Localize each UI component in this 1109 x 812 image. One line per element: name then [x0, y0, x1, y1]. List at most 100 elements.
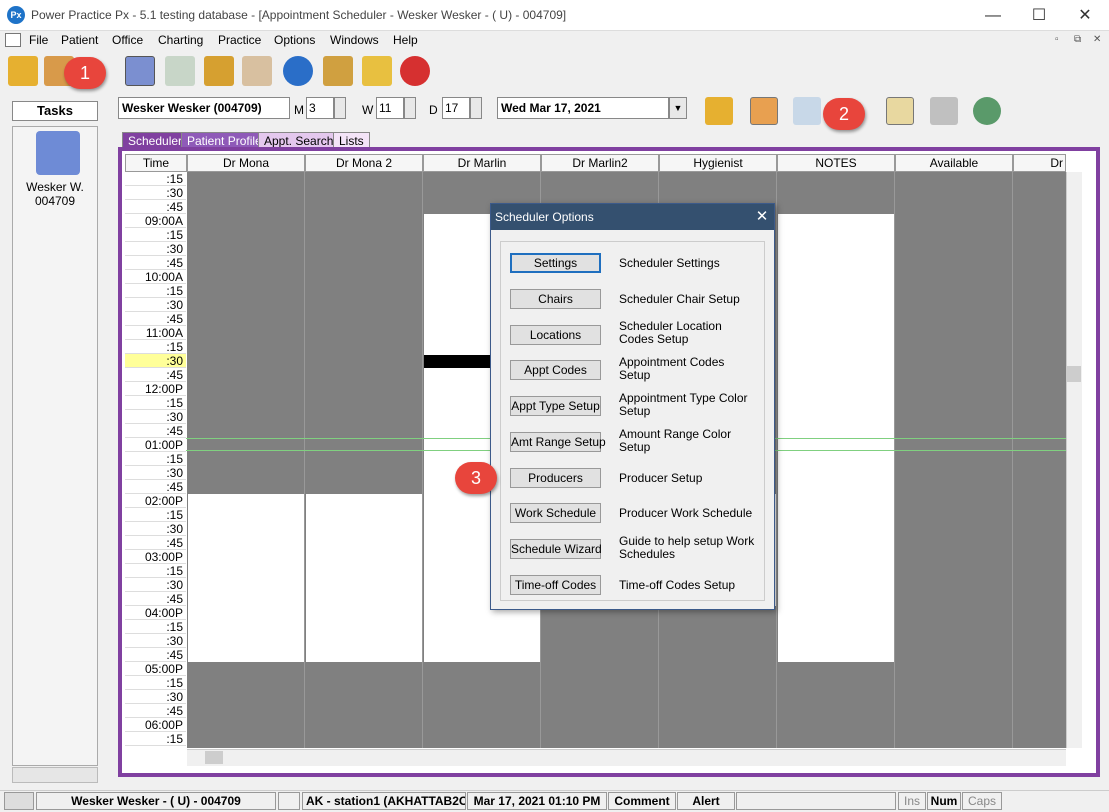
time-slot[interactable]: 04:00P: [125, 606, 186, 620]
vertical-scroll-thumb[interactable]: [1067, 366, 1081, 382]
menu-office[interactable]: Office: [112, 33, 143, 47]
time-slot[interactable]: :15: [125, 452, 186, 466]
time-slot[interactable]: :15: [125, 396, 186, 410]
time-slot[interactable]: 10:00A: [125, 270, 186, 284]
time-slot[interactable]: 11:00A: [125, 326, 186, 340]
column-header-dr-mona[interactable]: Dr Mona: [187, 154, 305, 172]
time-slot[interactable]: :30: [125, 522, 186, 536]
horizontal-scroll-thumb[interactable]: [205, 751, 223, 764]
time-slot[interactable]: :45: [125, 424, 186, 438]
time-slot[interactable]: 01:00P: [125, 438, 186, 452]
time-slot[interactable]: :45: [125, 704, 186, 718]
close-red-icon[interactable]: [400, 56, 430, 86]
menu-file[interactable]: File: [29, 33, 48, 47]
available-block[interactable]: [188, 494, 304, 662]
time-slot[interactable]: 05:00P: [125, 662, 186, 676]
time-slot[interactable]: :15: [125, 284, 186, 298]
status-comment[interactable]: Comment: [608, 792, 676, 810]
id-card-icon[interactable]: [793, 97, 821, 125]
open-folder-icon[interactable]: [8, 56, 38, 86]
menu-charting[interactable]: Charting: [158, 33, 203, 47]
month-spinner[interactable]: [334, 97, 346, 119]
day-field[interactable]: 17: [442, 97, 470, 119]
menu-practice[interactable]: Practice: [218, 33, 261, 47]
chairs-button[interactable]: Chairs: [510, 289, 601, 309]
column-header-notes[interactable]: NOTES: [777, 154, 895, 172]
close-window-button[interactable]: ✕: [1062, 0, 1108, 31]
maximize-button[interactable]: ☐: [1016, 0, 1062, 31]
open-folder-icon[interactable]: [705, 97, 733, 125]
time-slot[interactable]: :45: [125, 312, 186, 326]
time-slot[interactable]: :45: [125, 592, 186, 606]
time-slot[interactable]: :15: [125, 340, 186, 354]
column-dr[interactable]: [1013, 172, 1066, 748]
time-slot[interactable]: :15: [125, 228, 186, 242]
tasks-scrollbar[interactable]: [12, 767, 98, 783]
calendar-grid-icon[interactable]: [242, 56, 272, 86]
appt-codes-button[interactable]: Appt Codes: [510, 360, 601, 380]
time-slot[interactable]: :15: [125, 732, 186, 746]
time-slot[interactable]: :30: [125, 298, 186, 312]
time-slot[interactable]: :30: [125, 466, 186, 480]
menu-help[interactable]: Help: [393, 33, 418, 47]
column-header-dr[interactable]: Dr: [1013, 154, 1066, 172]
chart-notes-icon[interactable]: [165, 56, 195, 86]
horizontal-scrollbar[interactable]: [187, 749, 1066, 766]
time-slot[interactable]: :15: [125, 508, 186, 522]
folder-icon[interactable]: [362, 56, 392, 86]
task-patient-name[interactable]: Wesker W.: [12, 180, 98, 194]
time-slot[interactable]: :45: [125, 536, 186, 550]
time-off-codes-button[interactable]: Time-off Codes: [510, 575, 601, 595]
column-header-available[interactable]: Available: [895, 154, 1013, 172]
time-slot[interactable]: 03:00P: [125, 550, 186, 564]
mdi-restore-button[interactable]: ⧉: [1074, 34, 1081, 45]
amt-range-setup-button[interactable]: Amt Range Setup: [510, 432, 606, 452]
scheduler-options-pencil-icon[interactable]: [886, 97, 914, 125]
column-header-dr-mona-2[interactable]: Dr Mona 2: [305, 154, 423, 172]
patient-photo-icon[interactable]: [750, 97, 778, 125]
column-header-dr-marlin[interactable]: Dr Marlin: [423, 154, 541, 172]
info-icon[interactable]: [283, 56, 313, 86]
package-icon[interactable]: [204, 56, 234, 86]
time-slot[interactable]: :45: [125, 200, 186, 214]
column-available[interactable]: [895, 172, 1013, 748]
date-picker[interactable]: Wed Mar 17, 2021: [497, 97, 669, 119]
dialog-close-button[interactable]: ✕: [750, 204, 774, 230]
gear-icon[interactable]: [930, 97, 958, 125]
work-schedule-button[interactable]: Work Schedule: [510, 503, 601, 523]
available-block[interactable]: [306, 494, 422, 662]
mdi-close-button[interactable]: ✕: [1093, 34, 1101, 45]
date-dropdown-chevron-icon[interactable]: ▼: [669, 97, 687, 119]
time-slot[interactable]: :45: [125, 256, 186, 270]
document-icon[interactable]: [5, 33, 21, 47]
schedule-wizard-button[interactable]: Schedule Wizard: [510, 539, 602, 559]
time-slot[interactable]: :15: [125, 620, 186, 634]
time-slot[interactable]: :15: [125, 564, 186, 578]
time-slot[interactable]: :30: [125, 354, 186, 368]
time-slot[interactable]: :45: [125, 480, 186, 494]
time-slot[interactable]: 12:00P: [125, 382, 186, 396]
time-slot[interactable]: :15: [125, 676, 186, 690]
time-slot[interactable]: :30: [125, 634, 186, 648]
time-slot[interactable]: :30: [125, 242, 186, 256]
week-spinner[interactable]: [404, 97, 416, 119]
menu-windows[interactable]: Windows: [330, 33, 379, 47]
task-patient-id[interactable]: 004709: [12, 194, 98, 208]
person-hand-icon[interactable]: [973, 97, 1001, 125]
settings-button[interactable]: Settings: [510, 253, 601, 273]
camera-icon[interactable]: [4, 792, 34, 810]
documents-icon[interactable]: [323, 56, 353, 86]
time-slot[interactable]: :30: [125, 690, 186, 704]
locations-button[interactable]: Locations: [510, 325, 601, 345]
week-field[interactable]: 11: [376, 97, 404, 119]
time-slot[interactable]: 09:00A: [125, 214, 186, 228]
time-slot[interactable]: :30: [125, 186, 186, 200]
time-slot[interactable]: :15: [125, 172, 186, 186]
time-slot[interactable]: :30: [125, 578, 186, 592]
column-header-dr-marlin2[interactable]: Dr Marlin2: [541, 154, 659, 172]
month-field[interactable]: 3: [306, 97, 334, 119]
time-slot[interactable]: 02:00P: [125, 494, 186, 508]
menu-patient[interactable]: Patient: [61, 33, 98, 47]
minimize-button[interactable]: —: [970, 0, 1016, 31]
time-slot[interactable]: :45: [125, 648, 186, 662]
